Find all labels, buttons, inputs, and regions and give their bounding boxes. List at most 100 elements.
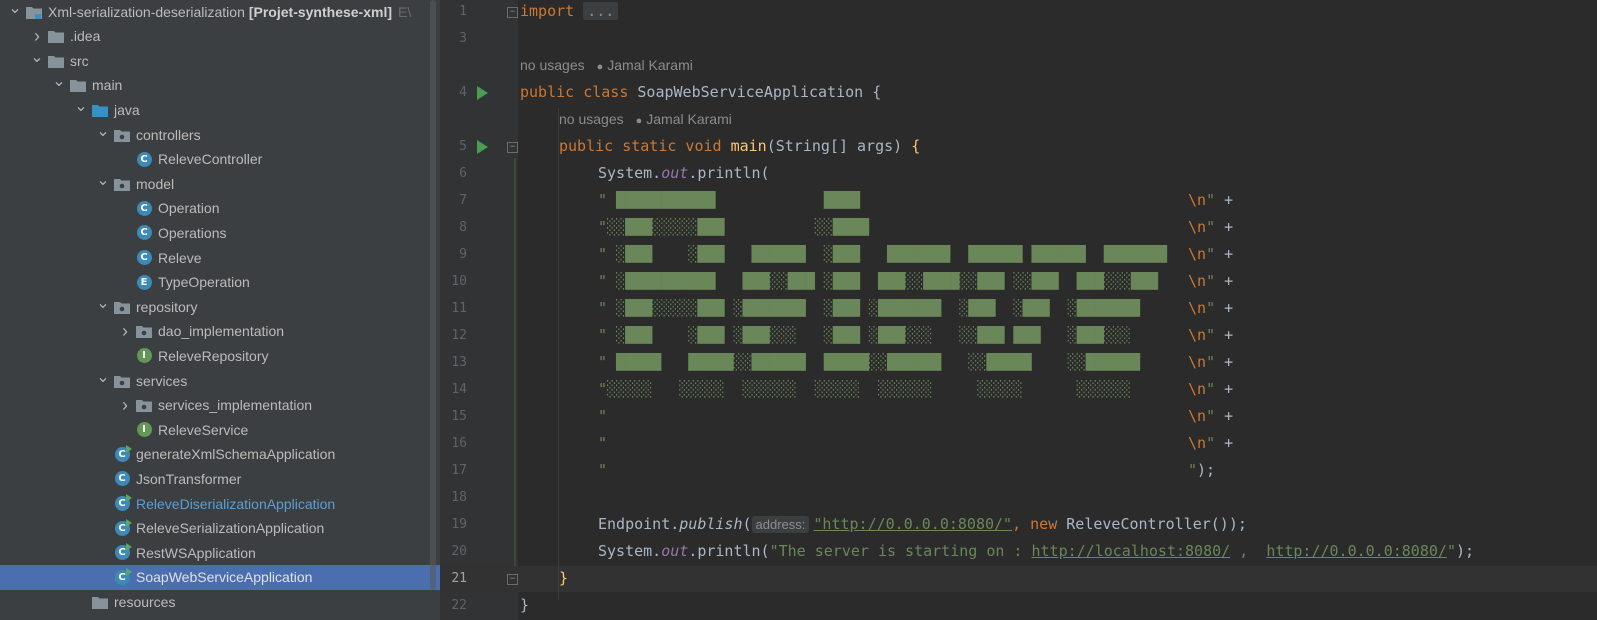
run-class-button[interactable] (477, 86, 488, 100)
code-line-20[interactable]: System.out.println("The server is starti… (598, 538, 1474, 565)
tree-item-relevediserializationapplication[interactable]: C ReleveDiserializationApplication (0, 491, 440, 516)
tree-item-main[interactable]: ⌄ main (0, 73, 440, 98)
tree-item-operations[interactable]: C Operations (0, 220, 440, 245)
line-number[interactable]: 18 (441, 490, 467, 505)
chevron-down-icon[interactable]: ⌄ (8, 0, 22, 18)
code-line-9[interactable]: " ░███ ░███ ██████ ░███ ███████ ██████ █… (598, 241, 1233, 268)
chevron-right-icon[interactable]: › (30, 26, 44, 47)
code-line-1[interactable]: import ... (520, 0, 619, 25)
chevron-right-icon[interactable]: › (118, 395, 132, 416)
line-number[interactable]: 17 (441, 463, 467, 478)
tree-item-dao-implementation[interactable]: › dao_implementation (0, 319, 440, 344)
code-line-11[interactable]: " ░███░░░░░███ ░███████ ░███ ░███████ ░█… (598, 295, 1233, 322)
line-number[interactable]: 8 (441, 220, 467, 235)
tree-item-restwsapplication[interactable]: C RestWSApplication (0, 540, 440, 565)
line-number[interactable]: 12 (441, 328, 467, 343)
fold-imports-icon[interactable]: − (507, 7, 518, 18)
tree-item-src[interactable]: ⌄ src (0, 48, 440, 73)
code-line-4[interactable]: public class SoapWebServiceApplication { (520, 79, 881, 106)
line-number[interactable]: 14 (441, 382, 467, 397)
line-number[interactable]: 15 (441, 409, 467, 424)
code-line-14[interactable]: "░░░░░ ░░░░░ ░░░░░░ ░░░░░ ░░░░░░ ░░░░░ ░… (598, 376, 1233, 403)
localhost-url-link[interactable]: http://localhost:8080/ (1032, 542, 1231, 560)
chevron-down-icon[interactable]: ⌄ (96, 170, 110, 190)
line-number[interactable]: 5 (441, 139, 467, 154)
folded-imports[interactable]: ... (583, 2, 619, 20)
chevron-right-icon[interactable]: › (118, 321, 132, 342)
line-number[interactable]: 19 (441, 517, 467, 532)
chevron-down-icon[interactable]: ⌄ (30, 47, 44, 67)
tree-item-jsontransformer[interactable]: C JsonTransformer (0, 466, 440, 491)
tree-item-repository[interactable]: ⌄ repository (0, 294, 440, 319)
code-vision-hint-method[interactable]: no usages ● Jamal Karami (559, 111, 732, 127)
bind-url-link[interactable]: http://0.0.0.0:8080/ (1266, 542, 1447, 560)
chevron-down-icon[interactable]: ⌄ (96, 121, 110, 141)
tree-item-releveserializationapplication[interactable]: C ReleveSerializationApplication (0, 516, 440, 541)
endpoint-url-link[interactable]: "http://0.0.0.0:8080/" (813, 515, 1012, 533)
run-main-button[interactable] (477, 140, 488, 154)
author-hint[interactable]: Jamal Karami (607, 57, 693, 73)
fold-end-icon[interactable]: − (507, 574, 518, 585)
import-keyword: import (520, 2, 575, 20)
code-line-5[interactable]: public static void main(String[] args) { (559, 133, 920, 160)
tree-item-releveservice[interactable]: I ReleveService (0, 417, 440, 442)
runnable-class-icon: C (114, 543, 132, 561)
code-line-6[interactable]: System.out.println( (598, 160, 770, 187)
tree-item-java[interactable]: ⌄ java (0, 97, 440, 122)
code-line-8[interactable]: "░░███░░░░░███ ░░████ \n" + (598, 214, 1233, 241)
tree-item-typeoperation[interactable]: E TypeOperation (0, 270, 440, 295)
line-number[interactable]: 1 (441, 4, 467, 19)
author-hint[interactable]: Jamal Karami (646, 111, 732, 127)
chevron-down-icon[interactable]: ⌄ (52, 71, 66, 91)
tree-item-services-implementation[interactable]: › services_implementation (0, 393, 440, 418)
code-line-10[interactable]: " ░██████████ ███░░███ ░███ ███░░████░░█… (598, 268, 1233, 295)
line-number[interactable]: 3 (441, 31, 467, 46)
tree-item-xml-serialization-deserialization[interactable]: ⌄ Xml-serialization-deserialization [Proje… (0, 0, 440, 24)
line-number[interactable]: 9 (441, 247, 467, 262)
project-tree-scrollbar[interactable] (430, 0, 436, 590)
code-line-7[interactable]: " ███████████ ████ \n" + (598, 187, 1233, 214)
line-number[interactable]: 20 (441, 544, 467, 559)
tree-item-relevecontroller[interactable]: C ReleveController (0, 147, 440, 172)
line-number[interactable]: 11 (441, 301, 467, 316)
tree-item-controllers[interactable]: ⌄ controllers (0, 122, 440, 147)
tree-item-model[interactable]: ⌄ model (0, 171, 440, 196)
out-field: out (661, 164, 689, 182)
code-line-21[interactable]: } (559, 565, 568, 592)
tree-item-resources[interactable]: resources (0, 589, 440, 614)
line-number[interactable]: 6 (441, 166, 467, 181)
tree-item-label: src (70, 52, 89, 69)
code-vision-hint-class[interactable]: no usages ● Jamal Karami (520, 57, 693, 73)
tree-item-label: Releve (158, 249, 202, 266)
code-line-19[interactable]: Endpoint.publish(address: "http://0.0.0.0… (598, 511, 1247, 538)
tree-item-releve[interactable]: C Releve (0, 245, 440, 270)
code-line-15[interactable]: " \n" + (598, 403, 1233, 430)
line-number[interactable]: 7 (441, 193, 467, 208)
code-line-13[interactable]: " █████ █████░░██████ █████░░██████ ░░██… (598, 349, 1233, 376)
code-line-22[interactable]: } (520, 592, 529, 619)
fold-method-icon[interactable]: − (507, 142, 518, 153)
line-number[interactable]: 4 (441, 85, 467, 100)
tree-item-releverepository[interactable]: I ReleveRepository (0, 343, 440, 368)
code-line-16[interactable]: " \n" + (598, 430, 1233, 457)
code-line-17[interactable]: " "); (598, 457, 1215, 484)
line-number[interactable]: 10 (441, 274, 467, 289)
line-number[interactable]: 13 (441, 355, 467, 370)
chevron-down-icon[interactable]: ⌄ (74, 96, 88, 116)
tree-item-services[interactable]: ⌄ services (0, 368, 440, 393)
chevron-down-icon[interactable]: ⌄ (96, 293, 110, 313)
chevron-down-icon[interactable]: ⌄ (96, 367, 110, 387)
tree-item-label: resources (114, 593, 176, 610)
tree-item-generatexmlschemaapplication[interactable]: CgenerateXmlSchemaApplication (0, 442, 440, 467)
tree-item-idea[interactable]: › .idea (0, 24, 440, 49)
usages-hint[interactable]: no usages (520, 57, 585, 73)
vcs-change-marker[interactable] (514, 158, 516, 566)
usages-hint[interactable]: no usages (559, 111, 624, 127)
line-number[interactable]: 22 (441, 598, 467, 613)
code-editor[interactable]: import ... no usages ● Jamal Karami public… (518, 0, 1597, 620)
tree-item-operation[interactable]: C Operation (0, 196, 440, 221)
line-number[interactable]: 16 (441, 436, 467, 451)
line-number[interactable]: 21 (441, 571, 467, 586)
code-line-12[interactable]: " ░███ ░███ ░███░░░ ░███ ░███░░░ ░░███ █… (598, 322, 1233, 349)
tree-item-soapwebserviceapplication[interactable]: C SoapWebServiceApplication (0, 564, 440, 590)
